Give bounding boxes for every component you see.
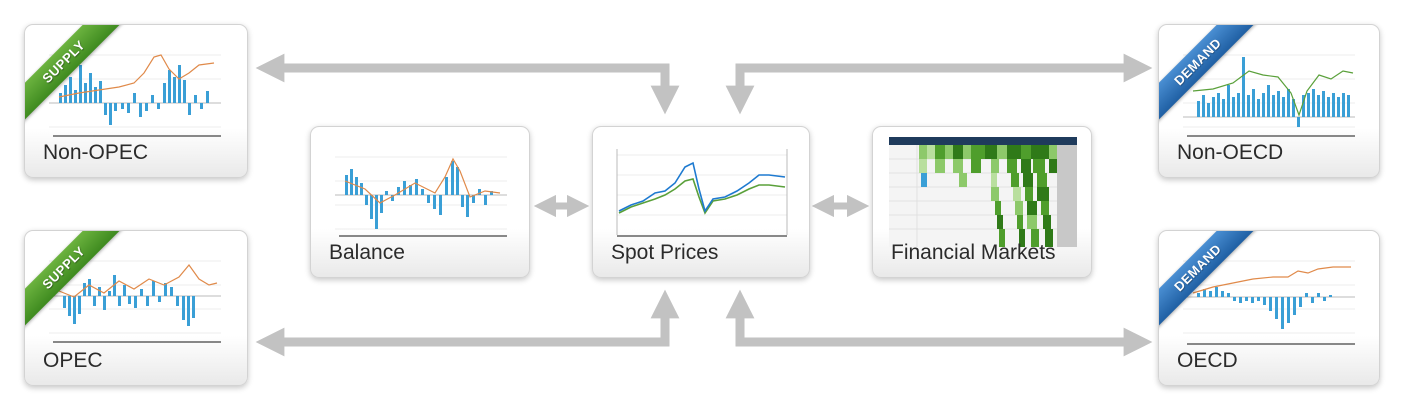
non-opec-title: Non-OPEC — [43, 141, 149, 164]
financial-markets-title: Financial Markets — [891, 241, 1056, 264]
oecd-card[interactable]: DEMAND OECD — [1158, 230, 1380, 386]
balance-chart-thumbnail — [335, 156, 507, 237]
spot-prices-card[interactable]: Spot Prices — [592, 126, 810, 278]
non-opec-card[interactable]: SUPPLY Non-OPEC — [24, 24, 248, 178]
arrow-non-opec-to-spot — [255, 53, 680, 115]
opec-card[interactable]: SUPPLY OPEC — [24, 230, 248, 386]
oecd-title: OECD — [1177, 349, 1238, 372]
spot-prices-chart-thumbnail — [616, 149, 788, 237]
arrow-opec-to-spot — [255, 289, 680, 357]
non-oecd-title: Non-OECD — [1177, 141, 1284, 164]
balance-title: Balance — [329, 241, 405, 264]
spot-prices-title: Spot Prices — [611, 241, 719, 264]
arrow-oecd-to-spot — [725, 289, 1153, 357]
non-oecd-card[interactable]: DEMAND Non-OECD — [1158, 24, 1380, 178]
balance-card[interactable]: Balance — [310, 126, 530, 278]
financial-markets-heatmap-thumbnail — [889, 137, 1077, 247]
arrow-non-oecd-to-spot — [725, 53, 1153, 115]
opec-title: OPEC — [43, 349, 103, 372]
financial-markets-card[interactable]: Financial Markets — [872, 126, 1092, 278]
